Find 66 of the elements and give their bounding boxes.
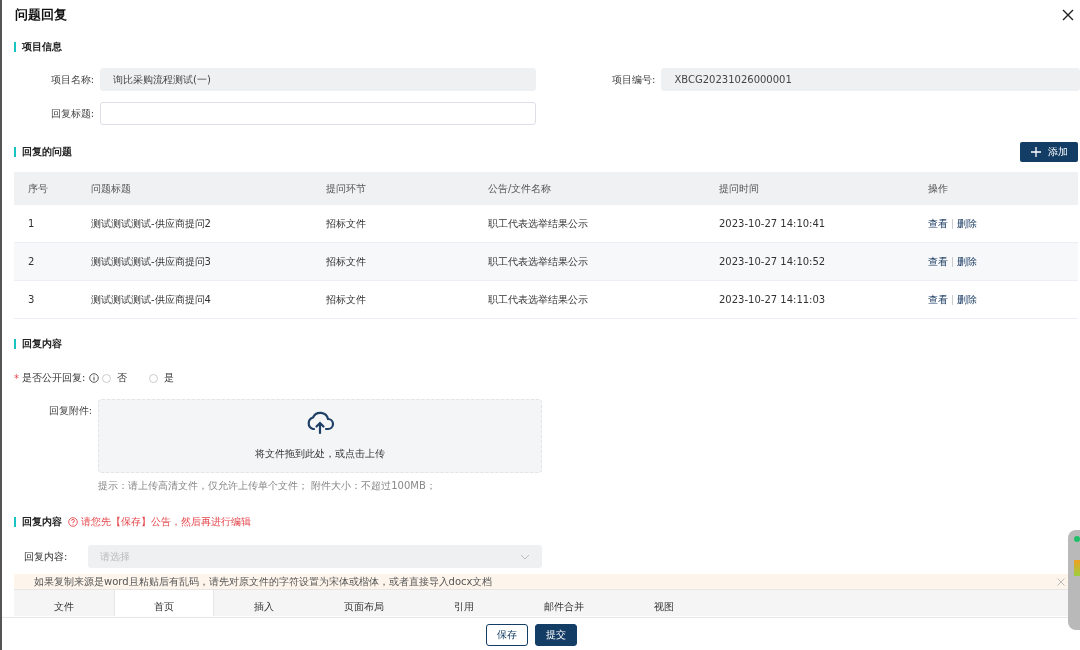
dialog-title: 问题回复: [15, 6, 67, 24]
column-header: 提问时间: [719, 181, 760, 196]
ribbon-tab[interactable]: 引用: [414, 590, 514, 616]
column-header: 操作: [928, 181, 949, 196]
action-link[interactable]: 删除: [957, 292, 977, 307]
save-button[interactable]: 保存: [485, 623, 528, 646]
action-link[interactable]: 查看: [928, 216, 948, 231]
table-cell-text: 2023-10-27 14:10:52: [719, 256, 827, 267]
table-cell-text: 2023-10-27 14:10:41: [719, 218, 827, 229]
field-label: 是否公开回复:: [22, 371, 86, 385]
action-link[interactable]: 删除: [957, 254, 977, 269]
question-icon: [68, 517, 78, 527]
field-label: 回复附件:: [47, 404, 93, 418]
upload-instruction: 将文件拖到此处，或点击上传: [255, 447, 385, 461]
ribbon-tab[interactable]: 视图: [614, 590, 714, 616]
upload-hint: 提示：请上传高清文件，仅允许上传单个文件； 附件大小：不超过100MB；: [98, 479, 437, 493]
table-cell-text: 测试测试测试-供应商提问2: [91, 216, 212, 231]
table-cell-text: 1: [28, 218, 36, 229]
table-cell-text: 招标文件: [326, 254, 367, 269]
table-cell-text: 3: [28, 294, 36, 305]
field-label: 回复内容:: [23, 549, 69, 564]
radio-option[interactable]: 否: [102, 371, 128, 385]
info-icon[interactable]: [89, 373, 100, 383]
section-heading: 回复内容: [22, 337, 62, 351]
column-header: 公告/文件名称: [488, 181, 553, 196]
close-icon[interactable]: [1062, 9, 1074, 21]
notice-text: 如果复制来源是word且粘贴后有乱码，请先对原文件的字符设置为宋体或楷体，或者直接导入docx文档: [34, 574, 493, 589]
column-header: 序号: [28, 181, 49, 196]
required-mark: *: [14, 372, 19, 384]
column-header: 问题标题: [91, 181, 132, 196]
chevron-down-icon: [520, 553, 530, 560]
title-input[interactable]: [100, 102, 536, 125]
readonly-field: XBCG20231026000001: [661, 68, 1080, 91]
radio-option[interactable]: 是: [149, 371, 175, 385]
field-label: 项目编号:: [611, 72, 657, 87]
add-button[interactable]: 添加: [1020, 142, 1078, 162]
ribbon-tab[interactable]: 邮件合并: [514, 590, 614, 616]
table-cell-text: 2: [28, 256, 36, 267]
table-cell-text: 招标文件: [326, 216, 367, 231]
warning-text: 请您先【保存】公告，然后再进行编辑: [81, 515, 251, 529]
ribbon-tab[interactable]: 首页: [114, 590, 214, 616]
field-label: 回复标题:: [49, 106, 95, 121]
plus-icon: [1030, 147, 1041, 157]
ribbon-tab[interactable]: 插入: [214, 590, 314, 616]
field-label: 项目名称:: [49, 72, 95, 87]
table-cell-text: 职工代表选举结果公示: [488, 292, 589, 307]
table-cell-text: 招标文件: [326, 292, 367, 307]
table-cell-text: 测试测试测试-供应商提问4: [91, 292, 212, 307]
action-link[interactable]: 查看: [928, 292, 948, 307]
cloud-upload-icon: [305, 411, 335, 435]
action-link[interactable]: 查看: [928, 254, 948, 269]
table-cell-text: 测试测试测试-供应商提问3: [91, 254, 212, 269]
section-heading: 回复内容: [22, 515, 62, 529]
section-heading: 项目信息: [22, 40, 62, 54]
ribbon-tab[interactable]: 文件: [14, 590, 114, 616]
submit-button[interactable]: 提交: [534, 623, 577, 646]
table-cell-text: 职工代表选举结果公示: [488, 254, 589, 269]
column-header: 提问环节: [326, 181, 367, 196]
action-link[interactable]: 删除: [957, 216, 977, 231]
upload-area[interactable]: 将文件拖到此处，或点击上传: [98, 399, 542, 473]
readonly-field: 询比采购流程测试(一): [100, 68, 536, 91]
floating-widget[interactable]: [1068, 530, 1080, 630]
section-heading: 回复的问题: [22, 145, 72, 159]
ribbon-tab[interactable]: 页面布局: [314, 590, 414, 616]
table-cell-text: 职工代表选举结果公示: [488, 216, 589, 231]
table-cell-text: 2023-10-27 14:11:03: [719, 294, 827, 305]
